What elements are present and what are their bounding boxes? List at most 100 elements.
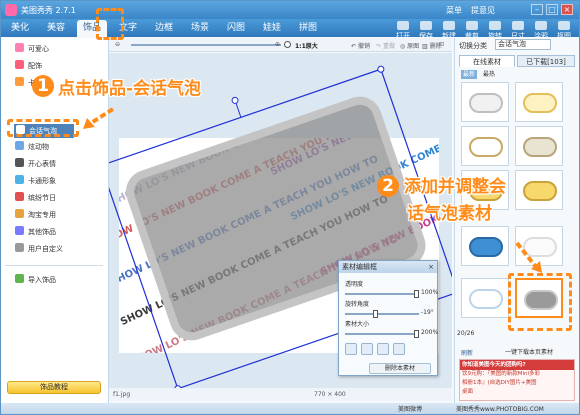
actual-size-button[interactable]: 1:1原大 xyxy=(295,41,318,50)
step-1-text: 点击饰品-会话气泡 xyxy=(58,79,202,99)
sidebar-item-custom[interactable]: 用户自定义 xyxy=(15,242,63,256)
opacity-label: 透明度 xyxy=(345,281,364,288)
size-thumb[interactable] xyxy=(414,330,419,338)
cartoon-icon xyxy=(15,77,24,86)
bubble-icon xyxy=(523,93,557,113)
undo-button[interactable]: ↶ 撤销 xyxy=(351,41,370,50)
highlight-speech-bubble-category xyxy=(7,119,79,137)
tab-cosmetic[interactable]: 美容 xyxy=(41,20,71,37)
panel-title: 素材编辑框 xyxy=(342,263,377,271)
refresh-button[interactable]: 刷新 xyxy=(461,348,473,357)
tab-beautify[interactable]: 美化 xyxy=(5,20,35,37)
category-select[interactable]: 会话气泡 xyxy=(495,39,551,50)
emoji-icon xyxy=(15,158,24,167)
material-thumb[interactable] xyxy=(461,82,509,122)
image-size: 770 × 400 xyxy=(314,391,346,398)
festival-icon xyxy=(15,192,24,201)
material-thumb[interactable] xyxy=(515,126,563,166)
sidebar-item-cute-heart[interactable]: 可爱心 xyxy=(15,42,49,56)
opacity-thumb[interactable] xyxy=(414,290,419,298)
sidebar-item-animals[interactable]: 炫动物 xyxy=(15,140,49,154)
resize-handle[interactable] xyxy=(377,65,385,73)
highlight-tab-accessories xyxy=(96,8,124,40)
app-logo-icon xyxy=(5,4,17,16)
layer-button[interactable] xyxy=(377,343,389,355)
scissors-icon xyxy=(558,21,570,30)
tab-online-materials[interactable]: 在线素材 xyxy=(459,55,515,67)
rotation-thumb[interactable] xyxy=(373,310,379,318)
sidebar-item-taobao[interactable]: 淘宝专用 xyxy=(15,208,56,222)
sidebar-item-others[interactable]: 其他饰品 xyxy=(15,225,56,239)
material-thumb[interactable] xyxy=(461,278,509,318)
weibo-link[interactable]: 美图微博 xyxy=(398,403,422,414)
tab-frame[interactable]: 边框 xyxy=(149,20,179,37)
bubble-icon xyxy=(523,237,557,257)
sidebar-item-cartoon-figure[interactable]: 卡通形象 xyxy=(15,174,56,188)
undo-label: 撤销 xyxy=(357,43,370,50)
save-icon xyxy=(420,21,432,30)
tab-scene[interactable]: 场景 xyxy=(185,20,215,37)
step-2-text-line1: 添加并调整会 xyxy=(404,177,506,197)
promo-line: 饮9元购：『美图的新款Mini多彩 xyxy=(462,371,541,377)
import-label: 导入饰品 xyxy=(28,276,56,284)
tab-flash[interactable]: 闪图 xyxy=(221,20,251,37)
material-thumb[interactable] xyxy=(461,126,509,166)
menu-button[interactable]: 菜单 xyxy=(446,5,462,16)
maximize-button[interactable]: □ xyxy=(546,4,558,15)
sidebar-item-label: 开心表情 xyxy=(28,160,56,168)
download-page-button[interactable]: 一键下载本页素材 xyxy=(505,348,577,358)
shop-icon xyxy=(15,209,24,218)
accessory-tutorial-button[interactable]: 饰品教程 xyxy=(7,381,101,394)
opacity-slider[interactable] xyxy=(345,290,419,298)
tab-hottest[interactable]: 最热 xyxy=(481,70,497,79)
compare-label: 原图 xyxy=(407,43,420,50)
material-thumb[interactable] xyxy=(461,226,509,266)
redo-button[interactable]: ↷ 重做 xyxy=(376,41,395,50)
tab-newest[interactable]: 最新 xyxy=(461,70,477,79)
material-thumb[interactable] xyxy=(515,82,563,122)
copy-button[interactable] xyxy=(393,343,405,355)
import-icon xyxy=(15,274,24,283)
size-slider[interactable] xyxy=(345,330,419,338)
material-thumb[interactable] xyxy=(515,226,563,266)
figure-icon xyxy=(15,175,24,184)
zoom-out-icon[interactable]: ⊖ xyxy=(115,41,120,48)
bubble-icon xyxy=(469,137,503,157)
main-nav: 美化 美容 饰品 文字 边框 场景 闪图 娃娃 拼图 打开 保存 新建 裁剪 旋… xyxy=(1,19,579,40)
tab-downloaded[interactable]: 已下载[103] xyxy=(517,55,575,67)
flip-vertical-button[interactable] xyxy=(361,343,373,355)
app-title: 美图秀秀 2.7.1 xyxy=(21,6,76,15)
minimize-button[interactable]: – xyxy=(531,4,543,15)
rotation-label: 旋转角度 xyxy=(345,301,370,308)
sidebar-item-label: 配饰 xyxy=(28,62,42,70)
bow-icon xyxy=(15,60,24,69)
sidebar-item-emoji[interactable]: 开心表情 xyxy=(15,157,56,171)
tab-doll[interactable]: 娃娃 xyxy=(257,20,287,37)
zoom-in-icon[interactable]: ⊕ xyxy=(275,41,280,48)
flip-horizontal-button[interactable] xyxy=(345,343,357,355)
sidebar-item-accessory[interactable]: 配饰 xyxy=(15,59,42,73)
feedback-button[interactable]: 提意见 xyxy=(471,5,495,16)
redo-label: 重做 xyxy=(382,43,395,50)
sidebar-item-festival[interactable]: 缤纷节日 xyxy=(15,191,56,205)
zoom-slider[interactable] xyxy=(131,44,281,46)
new-icon xyxy=(443,21,455,30)
import-accessory-button[interactable]: 导入饰品 xyxy=(15,274,56,285)
preview-button[interactable]: ⊡ xyxy=(439,41,444,48)
step-2-badge: 2 xyxy=(377,175,399,197)
cloud-bubble-icon xyxy=(469,289,503,309)
rotation-slider[interactable] xyxy=(345,310,419,318)
rotate-handle[interactable] xyxy=(231,96,239,105)
zoom-slider-thumb[interactable] xyxy=(284,41,291,48)
material-thumb[interactable] xyxy=(515,170,563,210)
divider xyxy=(5,265,103,266)
compare-original-button[interactable]: ◎ 原图 xyxy=(400,41,419,50)
close-icon[interactable]: × xyxy=(428,261,434,273)
delete-material-button[interactable]: 删除本素材 xyxy=(369,363,431,374)
sidebar-item-label: 可爱心 xyxy=(28,45,49,53)
sidebar-item-label: 用户自定义 xyxy=(28,245,63,253)
promo-box[interactable]: 你知道美图今天的团购吗? 饮9元购：『美图的新款Mini多彩 相册1本』(自选D… xyxy=(459,359,575,401)
close-button[interactable]: × xyxy=(561,4,573,15)
tab-collage[interactable]: 拼图 xyxy=(293,20,323,37)
sidebar-item-label: 淘宝专用 xyxy=(28,211,56,219)
